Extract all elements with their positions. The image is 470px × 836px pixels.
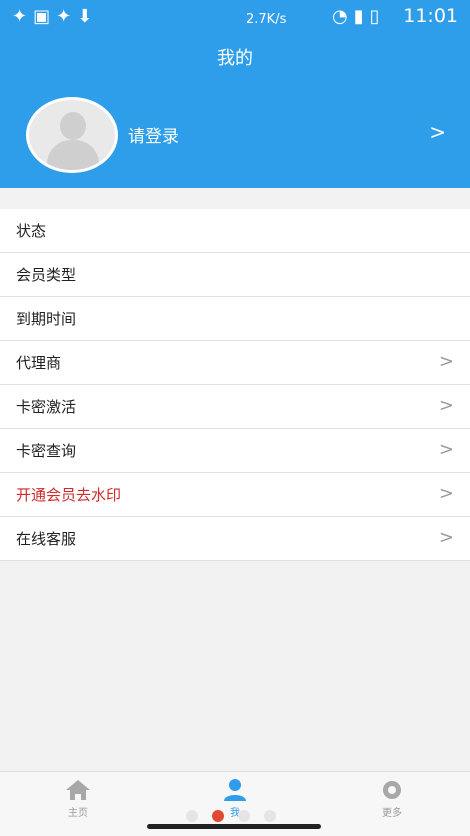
menu-item-expiry[interactable]: 到期时间 <box>0 297 470 341</box>
net-speed: 2.7K/s <box>246 12 287 27</box>
settings-menu: 状态 会员类型 到期时间 代理商 > 卡密激活 > 卡密查询 > 开通会员去水印… <box>0 209 470 561</box>
menu-item-label: 卡密查询 <box>16 442 77 460</box>
page-dot <box>264 810 276 822</box>
battery-icon: ▯ <box>369 6 380 27</box>
clock: 11:01 <box>403 5 458 27</box>
user-icon <box>224 779 246 801</box>
menu-item-status[interactable]: 状态 <box>0 209 470 253</box>
chevron-right-icon: > <box>438 351 454 372</box>
download-icon: ⬇ <box>77 6 93 27</box>
login-label: 请登录 <box>128 127 179 147</box>
menu-item-label: 开通会员去水印 <box>16 486 122 504</box>
chevron-right-icon: > <box>438 439 454 460</box>
menu-item-label: 代理商 <box>16 354 62 372</box>
menu-item-card-activate[interactable]: 卡密激活 > <box>0 385 470 429</box>
page-dot <box>186 810 198 822</box>
menu-item-online-service[interactable]: 在线客服 > <box>0 517 470 561</box>
menu-item-label: 会员类型 <box>16 266 77 284</box>
avatar-head-shape <box>60 112 86 140</box>
image-icon: ▣ <box>33 6 51 27</box>
status-left-icons: ✦ ▣ ✦ ⬇ <box>12 6 92 27</box>
bug-icon: ✦ <box>12 6 28 27</box>
menu-item-label: 在线客服 <box>16 530 77 548</box>
wifi-icon: ◔ <box>332 6 348 27</box>
tab-more[interactable]: 更多 <box>352 778 432 819</box>
home-icon <box>66 780 90 800</box>
avatar-body-shape <box>47 140 99 170</box>
menu-item-label: 到期时间 <box>16 310 77 328</box>
menu-item-member-type[interactable]: 会员类型 <box>0 253 470 297</box>
menu-item-label: 卡密激活 <box>16 398 77 416</box>
bug-icon: ✦ <box>56 6 72 27</box>
gear-icon <box>383 781 401 799</box>
status-bar: ✦ ▣ ✦ ⬇ 2.7K/s ◔ ▮ ▯ 11:01 <box>0 0 470 38</box>
menu-item-card-query[interactable]: 卡密查询 > <box>0 429 470 473</box>
chevron-right-icon: > <box>438 527 454 548</box>
profile-header: ✦ ▣ ✦ ⬇ 2.7K/s ◔ ▮ ▯ 11:01 我的 请登录 > <box>0 0 470 188</box>
status-right-icons: ◔ ▮ ▯ <box>332 6 380 27</box>
avatar[interactable] <box>26 97 118 173</box>
menu-item-vip-remove-watermark[interactable]: 开通会员去水印 > <box>0 473 470 517</box>
page-indicator <box>186 810 276 822</box>
chevron-right-icon: > <box>429 120 446 144</box>
page-title: 我的 <box>217 48 253 69</box>
chevron-right-icon: > <box>438 395 454 416</box>
tab-label: 更多 <box>382 808 402 819</box>
chevron-right-icon: > <box>438 483 454 504</box>
tab-home[interactable]: 主页 <box>38 778 118 819</box>
menu-item-label: 状态 <box>16 222 47 240</box>
signal-icon: ▮ <box>353 6 364 27</box>
menu-item-agent[interactable]: 代理商 > <box>0 341 470 385</box>
page-dot-active <box>212 810 224 822</box>
login-row[interactable]: 请登录 > <box>0 92 470 173</box>
page-dot <box>238 810 250 822</box>
home-indicator[interactable] <box>147 824 321 829</box>
tab-label: 主页 <box>68 808 88 819</box>
